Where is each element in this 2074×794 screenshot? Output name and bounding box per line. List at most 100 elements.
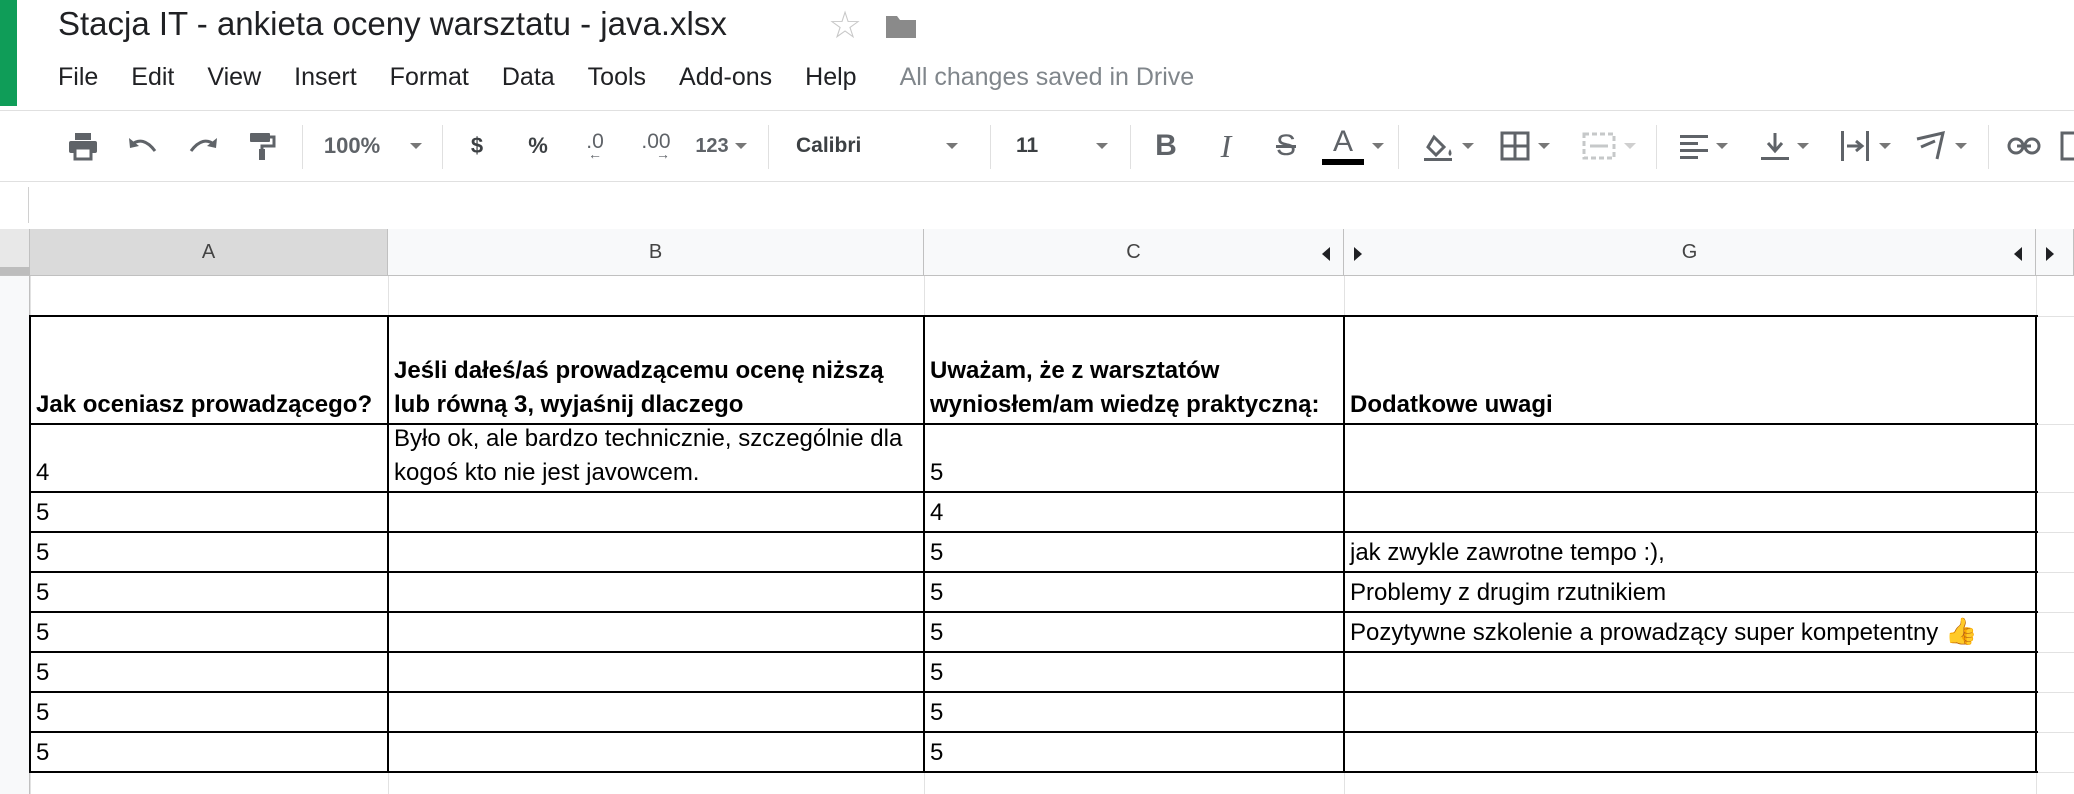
header-cell-c[interactable]: Uważam, że z warsztatów wyniosłem/am wie… bbox=[924, 316, 1344, 424]
cell-g7[interactable] bbox=[1344, 692, 2036, 732]
column-header-a[interactable]: A bbox=[30, 229, 388, 276]
frozen-row-handle[interactable] bbox=[0, 267, 30, 275]
menu-addons[interactable]: Add-ons bbox=[679, 63, 772, 92]
text-rotation-button[interactable] bbox=[1910, 111, 1972, 181]
font-size-select[interactable]: 11 bbox=[1004, 111, 1120, 181]
chevron-down-icon bbox=[1879, 143, 1891, 149]
paint-format-icon[interactable] bbox=[242, 111, 282, 181]
menu-view[interactable]: View bbox=[207, 63, 261, 92]
cell-g3[interactable]: jak zwykle zawrotne tempo :), bbox=[1344, 532, 2036, 572]
percent-format-button[interactable]: % bbox=[522, 111, 554, 181]
cell-a7[interactable]: 5 bbox=[30, 692, 388, 732]
save-status[interactable]: All changes saved in Drive bbox=[900, 63, 1195, 92]
cell-c3[interactable]: 5 bbox=[924, 532, 1344, 572]
cell-a5[interactable]: 5 bbox=[30, 612, 388, 652]
fill-color-button[interactable] bbox=[1418, 111, 1478, 181]
column-header-next[interactable] bbox=[2036, 229, 2074, 276]
hidden-columns-left-arrow[interactable] bbox=[2014, 247, 2022, 261]
cell-b6[interactable] bbox=[388, 652, 924, 692]
cell-c2[interactable]: 4 bbox=[924, 492, 1344, 532]
insert-comment-icon[interactable] bbox=[2060, 111, 2074, 181]
cell-b5[interactable] bbox=[388, 612, 924, 652]
cell-a1[interactable]: 4 bbox=[30, 424, 388, 492]
header-cell-b[interactable]: Jeśli dałeś/aś prowadzącemu ocenę niższą… bbox=[388, 316, 924, 424]
cell-c8[interactable]: 5 bbox=[924, 732, 1344, 772]
folder-icon[interactable] bbox=[884, 12, 918, 40]
formula-input[interactable] bbox=[40, 187, 2044, 225]
cell-a8[interactable]: 5 bbox=[30, 732, 388, 772]
currency-format-button[interactable]: $ bbox=[462, 111, 492, 181]
cell-g4[interactable]: Problemy z drugim rzutnikiem bbox=[1344, 572, 2036, 612]
menu-format[interactable]: Format bbox=[390, 63, 469, 92]
cell-c4[interactable]: 5 bbox=[924, 572, 1344, 612]
header-cell-text: Uważam, że z warsztatów wyniosłem/am wie… bbox=[930, 357, 1320, 418]
cell-a3[interactable]: 5 bbox=[30, 532, 388, 572]
font-family-select[interactable]: Calibri bbox=[784, 111, 970, 181]
hidden-columns-right-arrow[interactable] bbox=[1354, 247, 1362, 261]
chevron-down-icon bbox=[1797, 143, 1809, 149]
hidden-columns-right-arrow[interactable] bbox=[2046, 247, 2054, 261]
cell-b1[interactable]: Było ok, ale bardzo technicznie, szczegó… bbox=[388, 424, 924, 492]
text-wrapping-button[interactable] bbox=[1834, 111, 1896, 181]
menu-file[interactable]: File bbox=[58, 63, 98, 92]
italic-button[interactable]: I bbox=[1208, 111, 1244, 181]
borders-button[interactable] bbox=[1494, 111, 1556, 181]
header-cell-a[interactable]: Jak oceniasz prowadzącego? bbox=[30, 316, 388, 424]
print-icon[interactable] bbox=[62, 111, 104, 181]
menu-bar: File Edit View Insert Format Data Tools … bbox=[58, 60, 1194, 94]
table-border bbox=[30, 731, 2038, 733]
menu-data[interactable]: Data bbox=[502, 63, 555, 92]
cell-g5[interactable]: Pozytywne szkolenie a prowadzący super k… bbox=[1344, 612, 2036, 652]
cell-g2[interactable] bbox=[1344, 492, 2036, 532]
text-color-button[interactable]: A bbox=[1320, 111, 1386, 181]
vertical-align-button[interactable] bbox=[1754, 111, 1816, 181]
cell-a6[interactable]: 5 bbox=[30, 652, 388, 692]
header-cell-text: Jeśli dałeś/aś prowadzącemu ocenę niższą… bbox=[394, 357, 884, 418]
cell-g1[interactable] bbox=[1344, 424, 2036, 492]
cell-b4[interactable] bbox=[388, 572, 924, 612]
table-border bbox=[30, 423, 2038, 425]
horizontal-align-button[interactable] bbox=[1674, 111, 1734, 181]
cell-text: Było ok, ale bardzo technicznie, szczegó… bbox=[394, 425, 903, 486]
decrease-decimals-button[interactable]: .0 ← bbox=[576, 111, 614, 181]
hidden-columns-left-arrow[interactable] bbox=[1322, 247, 1330, 261]
cell-g8[interactable] bbox=[1344, 732, 2036, 772]
strikethrough-button[interactable]: S bbox=[1268, 111, 1304, 181]
cell-text: Problemy z drugim rzutnikiem bbox=[1350, 579, 1667, 606]
cell-b3[interactable] bbox=[388, 532, 924, 572]
document-title[interactable]: Stacja IT - ankieta oceny warsztatu - ja… bbox=[58, 5, 727, 43]
column-header-g[interactable]: G bbox=[1344, 229, 2036, 276]
column-header-c[interactable]: C bbox=[924, 229, 1344, 276]
row-number-gutter[interactable] bbox=[0, 276, 30, 794]
increase-decimals-button[interactable]: .00 → bbox=[632, 111, 680, 181]
cell-a2[interactable]: 5 bbox=[30, 492, 388, 532]
header-cell-g[interactable]: Dodatkowe uwagi bbox=[1344, 316, 2036, 424]
cell-b2[interactable] bbox=[388, 492, 924, 532]
undo-icon[interactable] bbox=[122, 111, 164, 181]
cell-b7[interactable] bbox=[388, 692, 924, 732]
cell-text: 4 bbox=[36, 459, 50, 486]
cell-text: 5 bbox=[36, 539, 50, 566]
insert-link-button[interactable] bbox=[2004, 111, 2044, 181]
zoom-select[interactable]: 100% bbox=[318, 111, 428, 181]
cell-c5[interactable]: 5 bbox=[924, 612, 1344, 652]
menu-help[interactable]: Help bbox=[805, 63, 856, 92]
column-header-b[interactable]: B bbox=[388, 229, 924, 276]
cell-c6[interactable]: 5 bbox=[924, 652, 1344, 692]
cell-a4[interactable]: 5 bbox=[30, 572, 388, 612]
cell-g6[interactable] bbox=[1344, 652, 2036, 692]
menu-edit[interactable]: Edit bbox=[131, 63, 174, 92]
menu-tools[interactable]: Tools bbox=[588, 63, 646, 92]
font-size-value: 11 bbox=[1016, 134, 1039, 157]
currency-label: $ bbox=[470, 133, 484, 158]
bold-button[interactable]: B bbox=[1148, 111, 1184, 181]
cell-c1[interactable]: 5 bbox=[924, 424, 1344, 492]
cell-b8[interactable] bbox=[388, 732, 924, 772]
cell-c7[interactable]: 5 bbox=[924, 692, 1344, 732]
star-icon[interactable]: ☆ bbox=[828, 2, 862, 50]
redo-icon[interactable] bbox=[182, 111, 224, 181]
merge-cells-button[interactable] bbox=[1574, 111, 1644, 181]
menu-insert[interactable]: Insert bbox=[294, 63, 357, 92]
more-formats-button[interactable]: 123 bbox=[690, 111, 752, 181]
table-border bbox=[387, 315, 389, 773]
